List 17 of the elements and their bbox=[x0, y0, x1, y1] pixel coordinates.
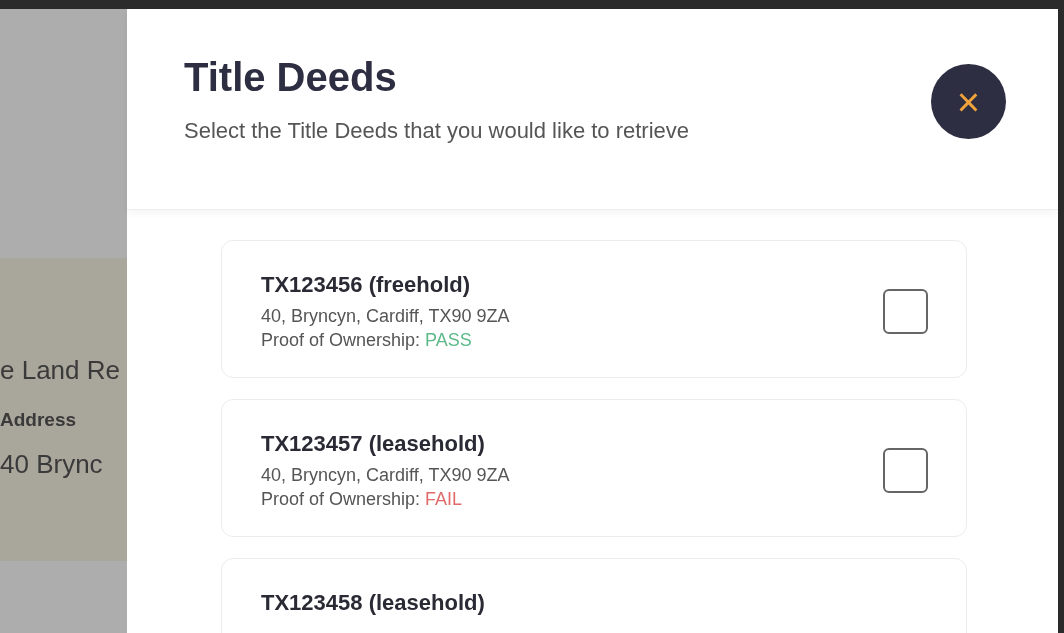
deed-address: 40, Bryncyn, Cardiff, TX90 9ZA bbox=[261, 305, 510, 328]
field-label: Address bbox=[0, 408, 78, 432]
proof-result: PASS bbox=[425, 329, 472, 351]
deed-title: TX123456 (freehold) bbox=[261, 271, 472, 299]
proof-label: Proof of Ownership: bbox=[261, 488, 421, 510]
background-heading: e Land Re bbox=[0, 354, 121, 386]
dialog-subtitle: Select the Title Deeds that you would like to retrieve bbox=[184, 117, 690, 145]
dialog-title: Title Deeds bbox=[184, 54, 398, 101]
deed-title: TX123457 (leasehold) bbox=[261, 430, 486, 458]
proof-result: FAIL bbox=[425, 488, 463, 510]
deed-checkbox[interactable] bbox=[883, 447, 928, 493]
deed-title: TX123458 (leasehold) bbox=[261, 589, 485, 617]
proof-label: Proof of Ownership: bbox=[261, 329, 421, 351]
deed-address: 40, Bryncyn, Cardiff, TX90 9ZA bbox=[261, 464, 510, 487]
field-value: 40 Brync bbox=[0, 448, 104, 480]
close-button[interactable]: × bbox=[931, 64, 1006, 139]
deed-checkbox[interactable] bbox=[883, 288, 928, 334]
